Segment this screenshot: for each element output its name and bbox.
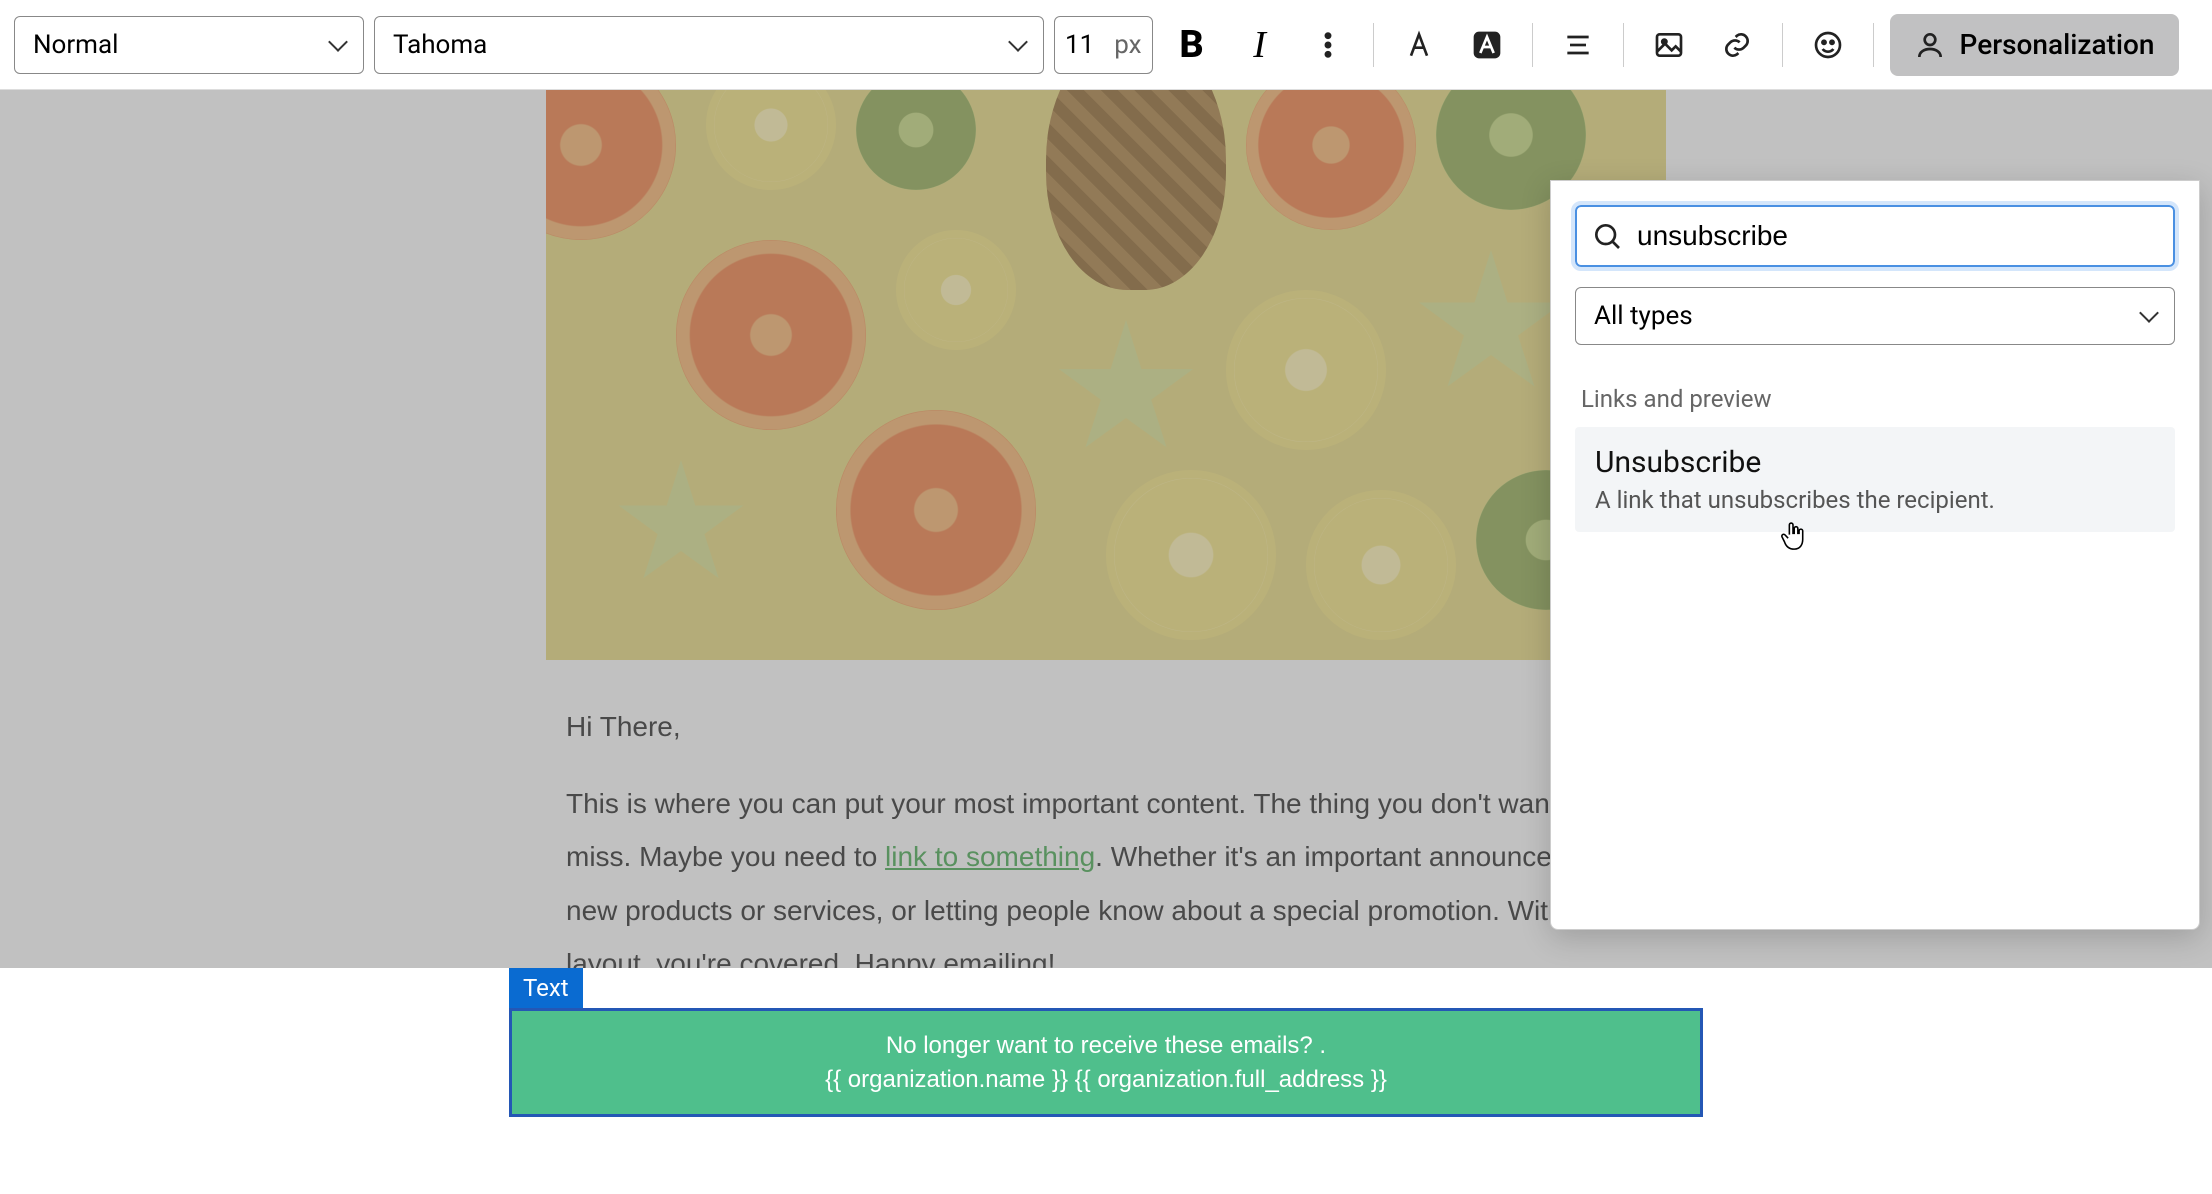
footer-line-1: No longer want to receive these emails? … [530, 1029, 1682, 1063]
selected-text-block[interactable]: Text No longer want to receive these ema… [481, 968, 1731, 1157]
link-button[interactable] [1708, 16, 1766, 74]
emoji-icon [1812, 29, 1844, 61]
font-family-value: Tahoma [393, 30, 487, 60]
align-icon [1562, 29, 1594, 61]
result-desc: A link that unsubscribes the recipient. [1595, 486, 2155, 514]
font-size-input[interactable]: 11 px [1054, 16, 1153, 74]
results-section: Links and preview Unsubscribe A link tha… [1575, 385, 2175, 532]
personalization-dropdown: All types Links and preview Unsubscribe … [1550, 180, 2200, 930]
personalization-label: Personalization [1960, 28, 2155, 61]
paragraph-style-select[interactable]: Normal [14, 16, 364, 74]
bg-color-button[interactable] [1458, 16, 1516, 74]
paragraph-style-value: Normal [33, 30, 118, 60]
editor-canvas: Hi There, This is where you can put your… [0, 90, 2212, 1194]
email-body: Hi There, This is where you can put your… [506, 90, 1706, 1020]
search-input[interactable] [1637, 220, 2159, 252]
email-link[interactable]: link to something [885, 841, 1095, 872]
chevron-down-icon [2139, 303, 2159, 323]
personalization-search[interactable] [1575, 205, 2175, 267]
chevron-down-icon [1008, 32, 1028, 52]
block-type-tag: Text [509, 968, 583, 1008]
toolbar-separator [1532, 23, 1533, 67]
font-size-unit: px [1114, 30, 1141, 60]
email-content[interactable]: Hi There, This is where you can put your… [506, 660, 1706, 1020]
toolbar-separator [1623, 23, 1624, 67]
toolbar: Normal Tahoma 11 px B I Personalization [0, 0, 2212, 90]
chevron-down-icon [328, 32, 348, 52]
hero-image[interactable] [546, 90, 1666, 660]
footer-line-2: {{ organization.name }} {{ organization.… [530, 1063, 1682, 1097]
results-heading: Links and preview [1575, 385, 2175, 427]
toolbar-separator [1373, 23, 1374, 67]
search-icon [1591, 220, 1623, 252]
image-icon [1653, 29, 1685, 61]
align-button[interactable] [1549, 16, 1607, 74]
type-filter-select[interactable]: All types [1575, 287, 2175, 345]
bold-button[interactable]: B [1163, 16, 1221, 74]
text-color-button[interactable] [1390, 16, 1448, 74]
type-filter-value: All types [1594, 301, 1693, 331]
footer-text-box[interactable]: No longer want to receive these emails? … [509, 1008, 1703, 1117]
personalization-button[interactable]: Personalization [1890, 14, 2179, 76]
kebab-icon [1312, 29, 1344, 61]
italic-button[interactable]: I [1231, 16, 1289, 74]
toolbar-separator [1782, 23, 1783, 67]
result-title: Unsubscribe [1595, 445, 2155, 480]
more-formatting-button[interactable] [1299, 16, 1357, 74]
font-family-select[interactable]: Tahoma [374, 16, 1044, 74]
emoji-button[interactable] [1799, 16, 1857, 74]
link-icon [1721, 29, 1753, 61]
result-unsubscribe[interactable]: Unsubscribe A link that unsubscribes the… [1575, 427, 2175, 532]
image-button[interactable] [1640, 16, 1698, 74]
person-icon [1914, 29, 1946, 61]
font-size-value: 11 [1065, 30, 1094, 60]
toolbar-separator [1873, 23, 1874, 67]
bg-color-icon [1471, 29, 1503, 61]
email-greeting: Hi There, [566, 700, 1646, 753]
text-color-icon [1403, 29, 1435, 61]
